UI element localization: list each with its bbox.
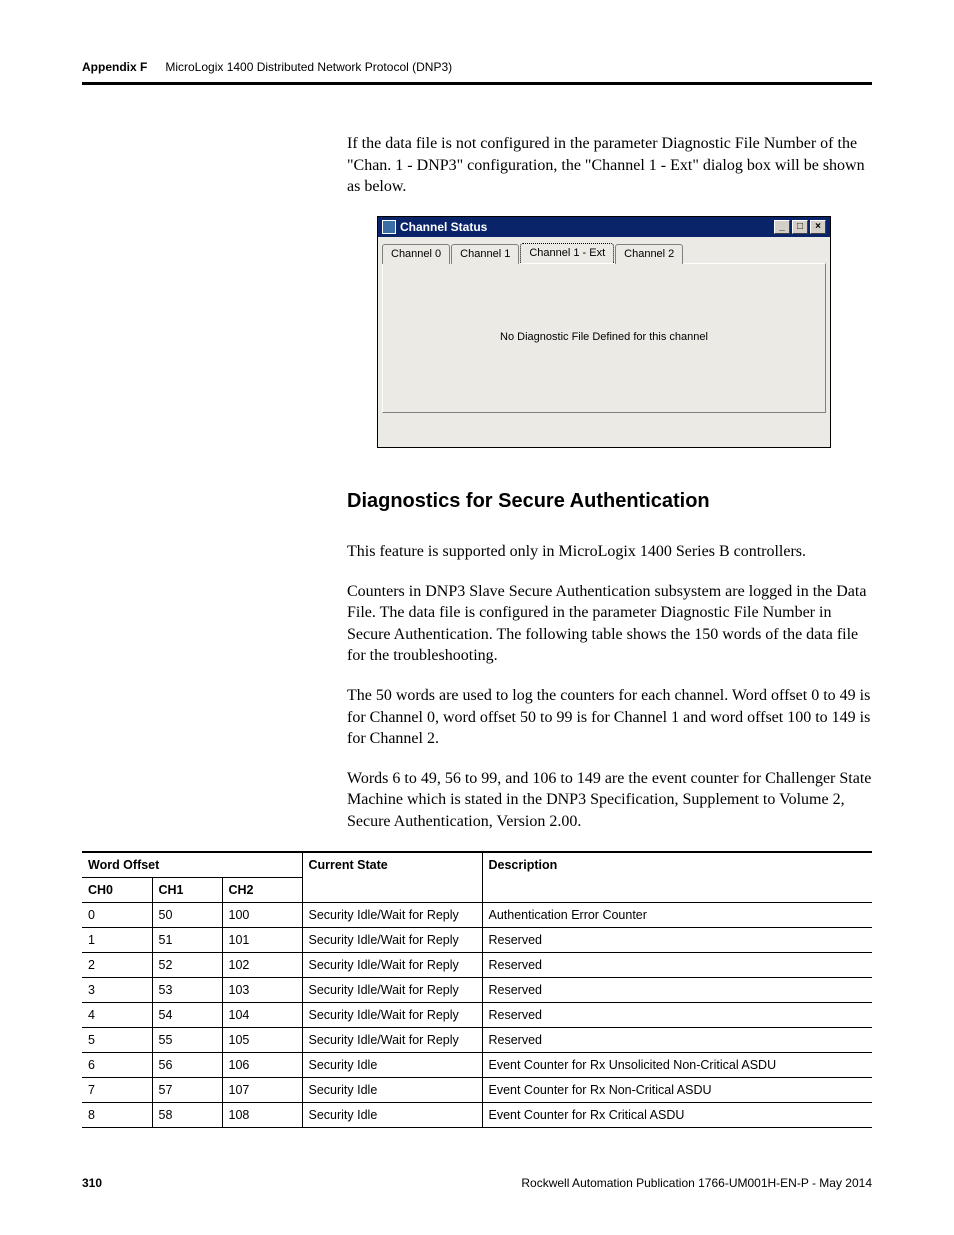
cell-ch2: 102 [222, 952, 302, 977]
cell-ch1: 56 [152, 1052, 222, 1077]
tab-channel-0[interactable]: Channel 0 [382, 244, 450, 264]
cell-desc: Event Counter for Rx Non-Critical ASDU [482, 1077, 872, 1102]
cell-desc: Reserved [482, 927, 872, 952]
cell-state: Security Idle/Wait for Reply [302, 1002, 482, 1027]
th-current-state: Current State [302, 852, 482, 903]
table-row: 050100Security Idle/Wait for ReplyAuthen… [82, 902, 872, 927]
tab-channel-1[interactable]: Channel 1 [451, 244, 519, 264]
cell-ch0: 6 [82, 1052, 152, 1077]
th-word-offset: Word Offset [82, 852, 302, 878]
table-row: 858108Security IdleEvent Counter for Rx … [82, 1102, 872, 1127]
dialog-title-text: Channel Status [400, 219, 487, 235]
th-ch2: CH2 [222, 877, 302, 902]
dialog-titlebar: Channel Status _ □ × [378, 217, 830, 237]
intro-paragraph: If the data file is not configured in th… [347, 133, 872, 198]
diagnostics-table: Word Offset Current State Description CH… [82, 851, 872, 1128]
cell-ch2: 103 [222, 977, 302, 1002]
cell-ch2: 106 [222, 1052, 302, 1077]
cell-ch2: 101 [222, 927, 302, 952]
cell-ch2: 107 [222, 1077, 302, 1102]
cell-ch0: 2 [82, 952, 152, 977]
page-footer: 310 Rockwell Automation Publication 1766… [82, 1176, 872, 1190]
section-p2: Counters in DNP3 Slave Secure Authentica… [347, 581, 872, 667]
cell-ch2: 108 [222, 1102, 302, 1127]
cell-desc: Reserved [482, 1002, 872, 1027]
cell-ch1: 54 [152, 1002, 222, 1027]
dialog-app-icon [382, 220, 396, 234]
cell-state: Security Idle [302, 1102, 482, 1127]
tab-channel-1-ext[interactable]: Channel 1 - Ext [520, 243, 614, 263]
cell-state: Security Idle/Wait for Reply [302, 952, 482, 977]
table-row: 757107Security IdleEvent Counter for Rx … [82, 1077, 872, 1102]
cell-ch2: 105 [222, 1027, 302, 1052]
cell-ch1: 51 [152, 927, 222, 952]
page-number: 310 [82, 1176, 102, 1190]
minimize-icon[interactable]: _ [774, 220, 790, 234]
cell-ch2: 104 [222, 1002, 302, 1027]
cell-desc: Event Counter for Rx Critical ASDU [482, 1102, 872, 1127]
cell-ch1: 58 [152, 1102, 222, 1127]
cell-desc: Authentication Error Counter [482, 902, 872, 927]
section-p1: This feature is supported only in MicroL… [347, 541, 872, 563]
appendix-label: Appendix F [82, 60, 147, 74]
cell-state: Security Idle [302, 1052, 482, 1077]
table-row: 454104Security Idle/Wait for ReplyReserv… [82, 1002, 872, 1027]
tab-channel-2[interactable]: Channel 2 [615, 244, 683, 264]
cell-state: Security Idle/Wait for Reply [302, 902, 482, 927]
cell-ch1: 57 [152, 1077, 222, 1102]
cell-desc: Reserved [482, 977, 872, 1002]
th-ch0: CH0 [82, 877, 152, 902]
th-description: Description [482, 852, 872, 903]
cell-ch0: 0 [82, 902, 152, 927]
publication-info: Rockwell Automation Publication 1766-UM0… [521, 1176, 872, 1190]
cell-ch0: 5 [82, 1027, 152, 1052]
cell-state: Security Idle/Wait for Reply [302, 977, 482, 1002]
cell-desc: Reserved [482, 1027, 872, 1052]
cell-ch0: 1 [82, 927, 152, 952]
cell-ch0: 4 [82, 1002, 152, 1027]
table-body: 050100Security Idle/Wait for ReplyAuthen… [82, 902, 872, 1127]
section-heading: Diagnostics for Secure Authentication [347, 488, 872, 515]
table-row: 353103Security Idle/Wait for ReplyReserv… [82, 977, 872, 1002]
cell-ch2: 100 [222, 902, 302, 927]
th-ch1: CH1 [152, 877, 222, 902]
running-header: Appendix F MicroLogix 1400 Distributed N… [82, 60, 872, 85]
cell-ch0: 7 [82, 1077, 152, 1102]
close-icon[interactable]: × [810, 220, 826, 234]
cell-state: Security Idle/Wait for Reply [302, 927, 482, 952]
cell-ch1: 52 [152, 952, 222, 977]
header-title: MicroLogix 1400 Distributed Network Prot… [165, 60, 452, 74]
table-row: 656106Security IdleEvent Counter for Rx … [82, 1052, 872, 1077]
cell-ch1: 53 [152, 977, 222, 1002]
cell-desc: Event Counter for Rx Unsolicited Non-Cri… [482, 1052, 872, 1077]
cell-ch0: 3 [82, 977, 152, 1002]
table-row: 555105Security Idle/Wait for ReplyReserv… [82, 1027, 872, 1052]
table-row: 151101Security Idle/Wait for ReplyReserv… [82, 927, 872, 952]
cell-state: Security Idle/Wait for Reply [302, 1027, 482, 1052]
cell-state: Security Idle [302, 1077, 482, 1102]
dialog-tabs: Channel 0 Channel 1 Channel 1 - Ext Chan… [382, 243, 826, 263]
cell-ch1: 55 [152, 1027, 222, 1052]
cell-ch1: 50 [152, 902, 222, 927]
cell-desc: Reserved [482, 952, 872, 977]
section-p4: Words 6 to 49, 56 to 99, and 106 to 149 … [347, 768, 872, 833]
no-diagnostic-message: No Diagnostic File Defined for this chan… [500, 330, 708, 345]
maximize-icon[interactable]: □ [792, 220, 808, 234]
table-row: 252102Security Idle/Wait for ReplyReserv… [82, 952, 872, 977]
section-p3: The 50 words are used to log the counter… [347, 685, 872, 750]
dialog-pane: No Diagnostic File Defined for this chan… [382, 263, 826, 413]
channel-status-dialog: Channel Status _ □ × Channel 0 Channel 1… [377, 216, 831, 448]
cell-ch0: 8 [82, 1102, 152, 1127]
